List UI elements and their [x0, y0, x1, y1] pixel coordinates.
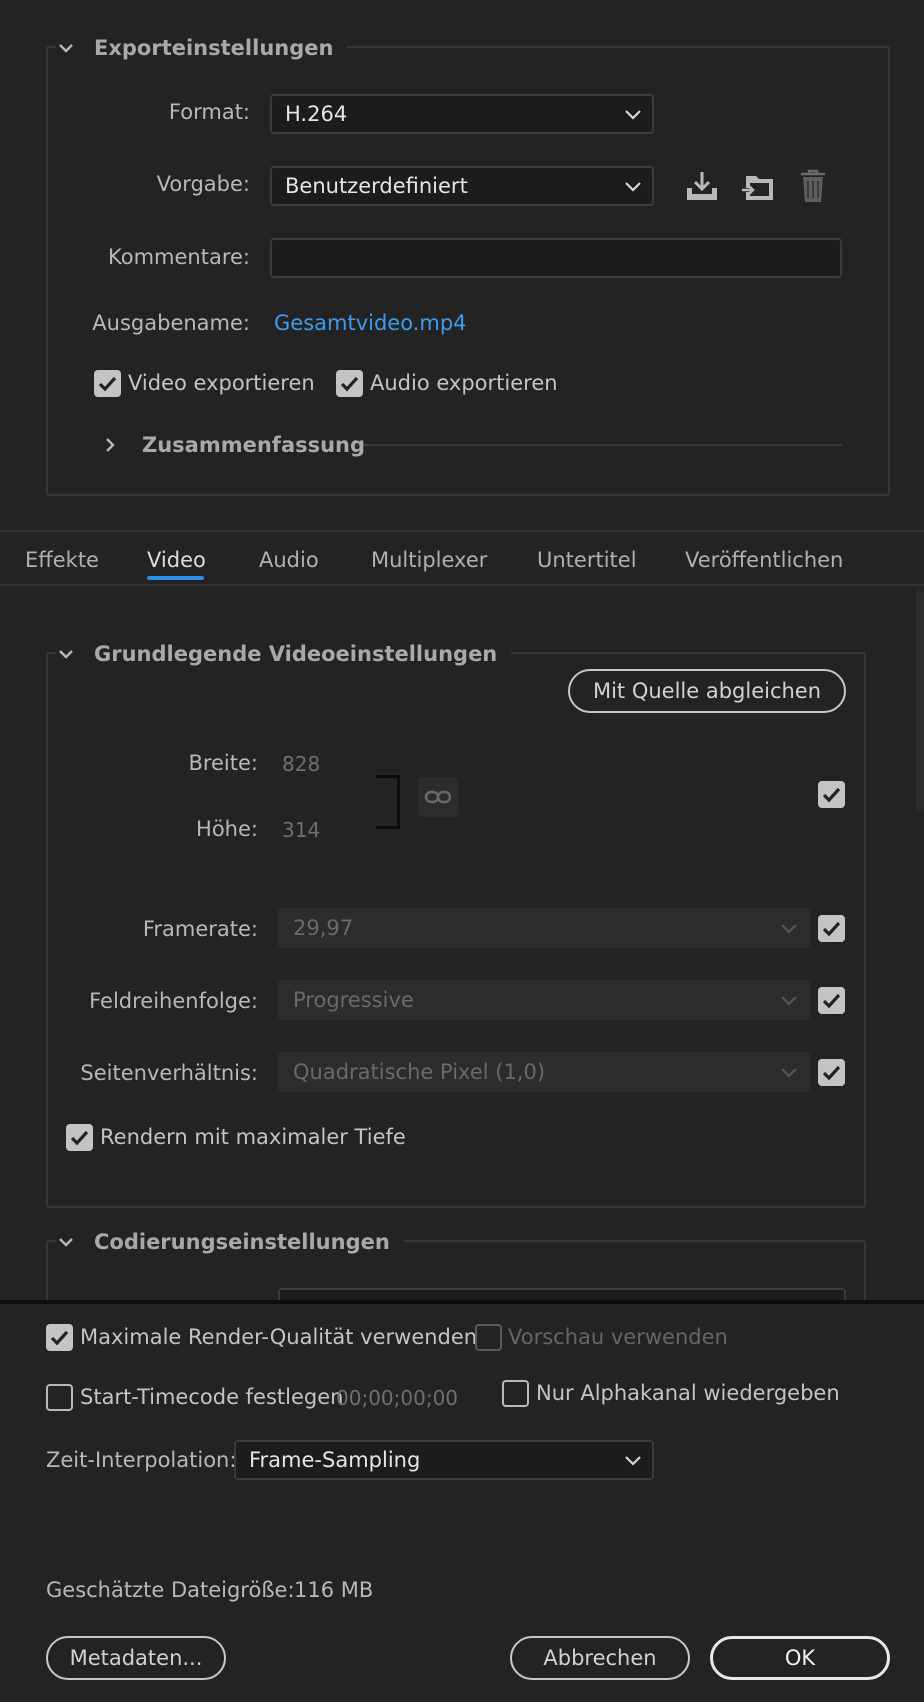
format-dropdown[interactable]: H.264: [270, 94, 654, 134]
checkmark-icon: [70, 1130, 89, 1145]
active-tab-indicator: [147, 576, 204, 580]
preset-value: Benutzerdefiniert: [285, 174, 468, 198]
summary-divider: [356, 444, 842, 446]
metadata-button[interactable]: Metadaten...: [46, 1636, 226, 1680]
max-depth-checkbox[interactable]: [66, 1124, 93, 1151]
encoding-settings-header[interactable]: Codierungseinstellungen: [56, 1227, 404, 1257]
tab-audio[interactable]: Audio: [259, 548, 319, 572]
chevron-down-icon: [56, 38, 76, 58]
comments-label: Kommentare:: [108, 245, 250, 269]
checkmark-icon: [340, 376, 359, 391]
start-timecode-checkbox[interactable]: [46, 1384, 73, 1411]
delete-preset-icon[interactable]: [796, 168, 830, 204]
field-order-override-checkbox[interactable]: [818, 987, 845, 1014]
height-value[interactable]: 314: [282, 818, 320, 842]
chevron-down-icon: [781, 996, 797, 1006]
max-quality-checkbox[interactable]: [46, 1324, 73, 1351]
tab-video[interactable]: Video: [147, 548, 206, 572]
dimensions-override-checkbox[interactable]: [818, 781, 845, 808]
aspect-dropdown[interactable]: Quadratische Pixel (1,0): [278, 1052, 810, 1092]
preset-dropdown[interactable]: Benutzerdefiniert: [270, 166, 654, 206]
output-name-label: Ausgabename:: [92, 311, 250, 335]
scrollbar[interactable]: [916, 590, 924, 810]
link-dimensions-icon[interactable]: [418, 777, 458, 817]
chevron-down-icon: [625, 1456, 641, 1466]
preview-label: Vorschau verwenden: [508, 1325, 728, 1349]
cancel-button[interactable]: Abbrechen: [510, 1636, 690, 1680]
time-interpolation-dropdown[interactable]: Frame-Sampling: [234, 1440, 654, 1480]
output-name-link[interactable]: Gesamtvideo.mp4: [274, 311, 467, 335]
tab-bar: Effekte Video Audio Multiplexer Untertit…: [0, 530, 924, 586]
tab-multiplexer[interactable]: Multiplexer: [371, 548, 487, 572]
dimension-link-bracket: [376, 775, 400, 829]
field-order-label: Feldreihenfolge:: [89, 989, 258, 1013]
time-interpolation-value: Frame-Sampling: [249, 1448, 421, 1472]
export-settings-title: Exporteinstellungen: [94, 36, 334, 60]
chevron-down-icon: [781, 924, 797, 934]
field-order-value: Progressive: [293, 988, 414, 1012]
start-timecode-label: Start-Timecode festlegen: [80, 1385, 344, 1409]
audio-export-label: Audio exportieren: [370, 371, 558, 395]
checkmark-icon: [822, 921, 841, 936]
summary-title: Zusammenfassung: [142, 433, 366, 457]
time-interpolation-label: Zeit-Interpolation:: [46, 1448, 237, 1472]
chevron-down-icon: [625, 110, 641, 120]
aspect-value: Quadratische Pixel (1,0): [293, 1060, 546, 1084]
video-export-label: Video exportieren: [128, 371, 315, 395]
alpha-only-label: Nur Alphakanal wiedergeben: [536, 1381, 840, 1405]
basic-video-settings-title: Grundlegende Videoeinstellungen: [94, 642, 498, 666]
save-preset-icon[interactable]: [684, 168, 720, 204]
field-order-dropdown[interactable]: Progressive: [278, 980, 810, 1020]
checkmark-icon: [822, 1065, 841, 1080]
export-settings-header[interactable]: Exporteinstellungen: [56, 33, 348, 63]
checkmark-icon: [822, 993, 841, 1008]
tab-publish[interactable]: Veröffentlichen: [685, 548, 843, 572]
aspect-override-checkbox[interactable]: [818, 1059, 845, 1086]
checkmark-icon: [98, 376, 117, 391]
preset-label: Vorgabe:: [156, 172, 250, 196]
framerate-override-checkbox[interactable]: [818, 915, 845, 942]
format-value: H.264: [285, 102, 348, 126]
aspect-label: Seitenverhältnis:: [80, 1061, 258, 1085]
checkmark-icon: [50, 1330, 69, 1345]
audio-export-checkbox[interactable]: [336, 370, 363, 397]
filesize-value: 116 MB: [294, 1578, 374, 1602]
checkmark-icon: [822, 787, 841, 802]
encoding-settings-title: Codierungseinstellungen: [94, 1230, 390, 1254]
chevron-down-icon: [56, 644, 76, 664]
alpha-only-checkbox[interactable]: [502, 1380, 529, 1407]
filesize-label: Geschätzte Dateigröße:: [46, 1578, 295, 1602]
format-label: Format:: [168, 100, 250, 124]
max-depth-label: Rendern mit maximaler Tiefe: [100, 1125, 406, 1149]
basic-video-settings-header[interactable]: Grundlegende Videoeinstellungen: [56, 639, 512, 669]
summary-header[interactable]: Zusammenfassung: [100, 430, 379, 460]
framerate-dropdown[interactable]: 29,97: [278, 908, 810, 948]
framerate-label: Framerate:: [142, 917, 258, 941]
match-source-button[interactable]: Mit Quelle abgleichen: [568, 669, 846, 713]
tab-subtitles[interactable]: Untertitel: [537, 548, 637, 572]
chevron-down-icon: [56, 1232, 76, 1252]
comments-field[interactable]: [270, 238, 842, 278]
width-value[interactable]: 828: [282, 752, 320, 776]
chevron-down-icon: [625, 182, 641, 192]
import-preset-icon[interactable]: [740, 168, 776, 204]
height-label: Höhe:: [196, 817, 258, 841]
tab-effects[interactable]: Effekte: [25, 548, 99, 572]
ok-button[interactable]: OK: [710, 1636, 890, 1680]
start-timecode-value[interactable]: 00;00;00;00: [336, 1386, 458, 1410]
width-label: Breite:: [188, 751, 258, 775]
framerate-value: 29,97: [293, 916, 354, 940]
video-export-checkbox[interactable]: [94, 370, 121, 397]
chevron-right-icon: [100, 435, 120, 455]
max-quality-label: Maximale Render-Qualität verwenden: [80, 1325, 478, 1349]
chevron-down-icon: [781, 1068, 797, 1078]
preview-checkbox[interactable]: [475, 1324, 502, 1351]
